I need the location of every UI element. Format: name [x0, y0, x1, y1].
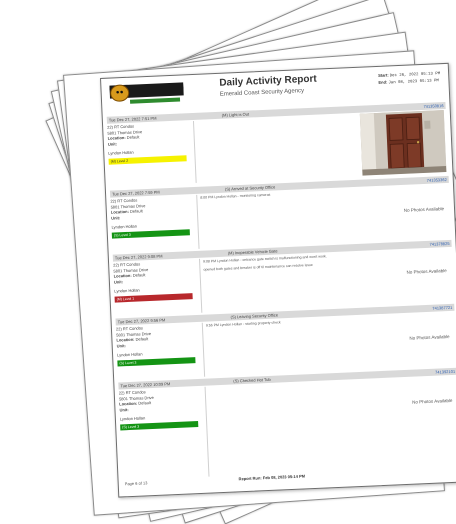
- entry-location: Default: [129, 208, 143, 214]
- entry-details: 22) RT Condos 5801 Thomas Drive Location…: [119, 387, 205, 430]
- report-entry: Tue Dec 27, 2022 7:51 PM (M) Light is Ou…: [106, 101, 449, 187]
- report-title: Daily Activity Report: [219, 73, 317, 89]
- end-label: End:: [378, 79, 388, 85]
- entry-event: (S) Checked Hot Tub: [233, 376, 271, 384]
- company-logo: [109, 82, 184, 104]
- unit-label: Unit:: [113, 278, 124, 285]
- entry-details: 22) RT Condos 5801 Thomas Drive Location…: [113, 259, 199, 303]
- unit-label: Unit:: [110, 214, 121, 221]
- unit-label: Unit:: [116, 342, 126, 349]
- level-badge: (S) Level 3: [117, 356, 196, 367]
- agency-name: Emerald Coast Security Agency: [219, 88, 305, 98]
- no-photos-text: No Photos Available: [403, 206, 445, 213]
- level-badge: (M) Level 2: [108, 154, 187, 165]
- entry-details: 22) RT Condos 5801 Thomas Drive Location…: [116, 323, 202, 367]
- entry-divider: [192, 120, 197, 183]
- entry-location: Default: [132, 272, 146, 278]
- entry-divider: [201, 322, 206, 377]
- entry-datetime: Tue Dec 27, 2022 10:09 PM: [120, 381, 171, 389]
- entry-datetime: Tue Dec 27, 2022 9:08 PM: [114, 253, 163, 261]
- entry-id-link[interactable]: 741353362: [427, 177, 447, 183]
- entry-id-link[interactable]: 741350816: [423, 103, 443, 109]
- entry-location: Default: [138, 400, 152, 406]
- entry-event: (M) Light is Out: [221, 111, 250, 118]
- end-value: Jan 08, 2023 05:13 PM: [388, 79, 439, 86]
- entry-id-link[interactable]: 741378825: [429, 241, 449, 247]
- entry-divider: [198, 258, 203, 313]
- level-badge: (S) Level 3: [111, 228, 190, 239]
- entry-id-link[interactable]: 741392101: [435, 369, 455, 375]
- entry-datetime: Tue Dec 27, 2022 9:56 PM: [117, 317, 166, 325]
- unit-label: Unit:: [119, 406, 129, 412]
- report-page: Daily Activity Report Emerald Coast Secu…: [100, 62, 456, 498]
- entry-event: (M) Inoperable Vehicle Gate: [227, 248, 278, 256]
- no-photos-text: No Photos Available: [412, 397, 453, 405]
- entry-details: 22) RT Condos 5801 Thomas Drive Location…: [107, 121, 193, 165]
- entry-location: Default: [126, 134, 140, 140]
- start-label: Start:: [378, 72, 389, 78]
- entry-location: Default: [135, 336, 149, 342]
- entry-event: (S) Arrived at Security Office: [224, 184, 276, 192]
- level-badge: (M) Level 1: [114, 292, 193, 303]
- entry-photo[interactable]: [359, 110, 447, 176]
- entry-details: 22) RT Condos 5801 Thomas Drive Location…: [110, 195, 196, 239]
- level-badge: (S) Level 3: [120, 420, 199, 430]
- entry-divider: [204, 386, 210, 477]
- unit-label: Unit:: [107, 140, 118, 147]
- entry-datetime: Tue Dec 27, 2022 7:59 PM: [111, 189, 160, 197]
- entry-event: (S) Leaving Security Office: [230, 312, 279, 320]
- report-run-date: Report Run: Feb 08, 2023 05:14 PM: [238, 473, 306, 482]
- page-number: Page 6 of 13: [124, 480, 148, 487]
- report-entry: Tue Dec 27, 2022 10:09 PM (S) Checked Ho…: [118, 367, 456, 477]
- no-photos-text: No Photos Available: [406, 268, 447, 275]
- entry-divider: [196, 194, 200, 249]
- report-date-range: Start: Dec 26, 2022 05:13 PM End: Jan 08…: [378, 70, 441, 87]
- entry-id-link[interactable]: 741387721: [432, 305, 452, 311]
- entry-datetime: Tue Dec 27, 2022 7:51 PM: [108, 115, 157, 123]
- no-photos-text: No Photos Available: [409, 333, 450, 341]
